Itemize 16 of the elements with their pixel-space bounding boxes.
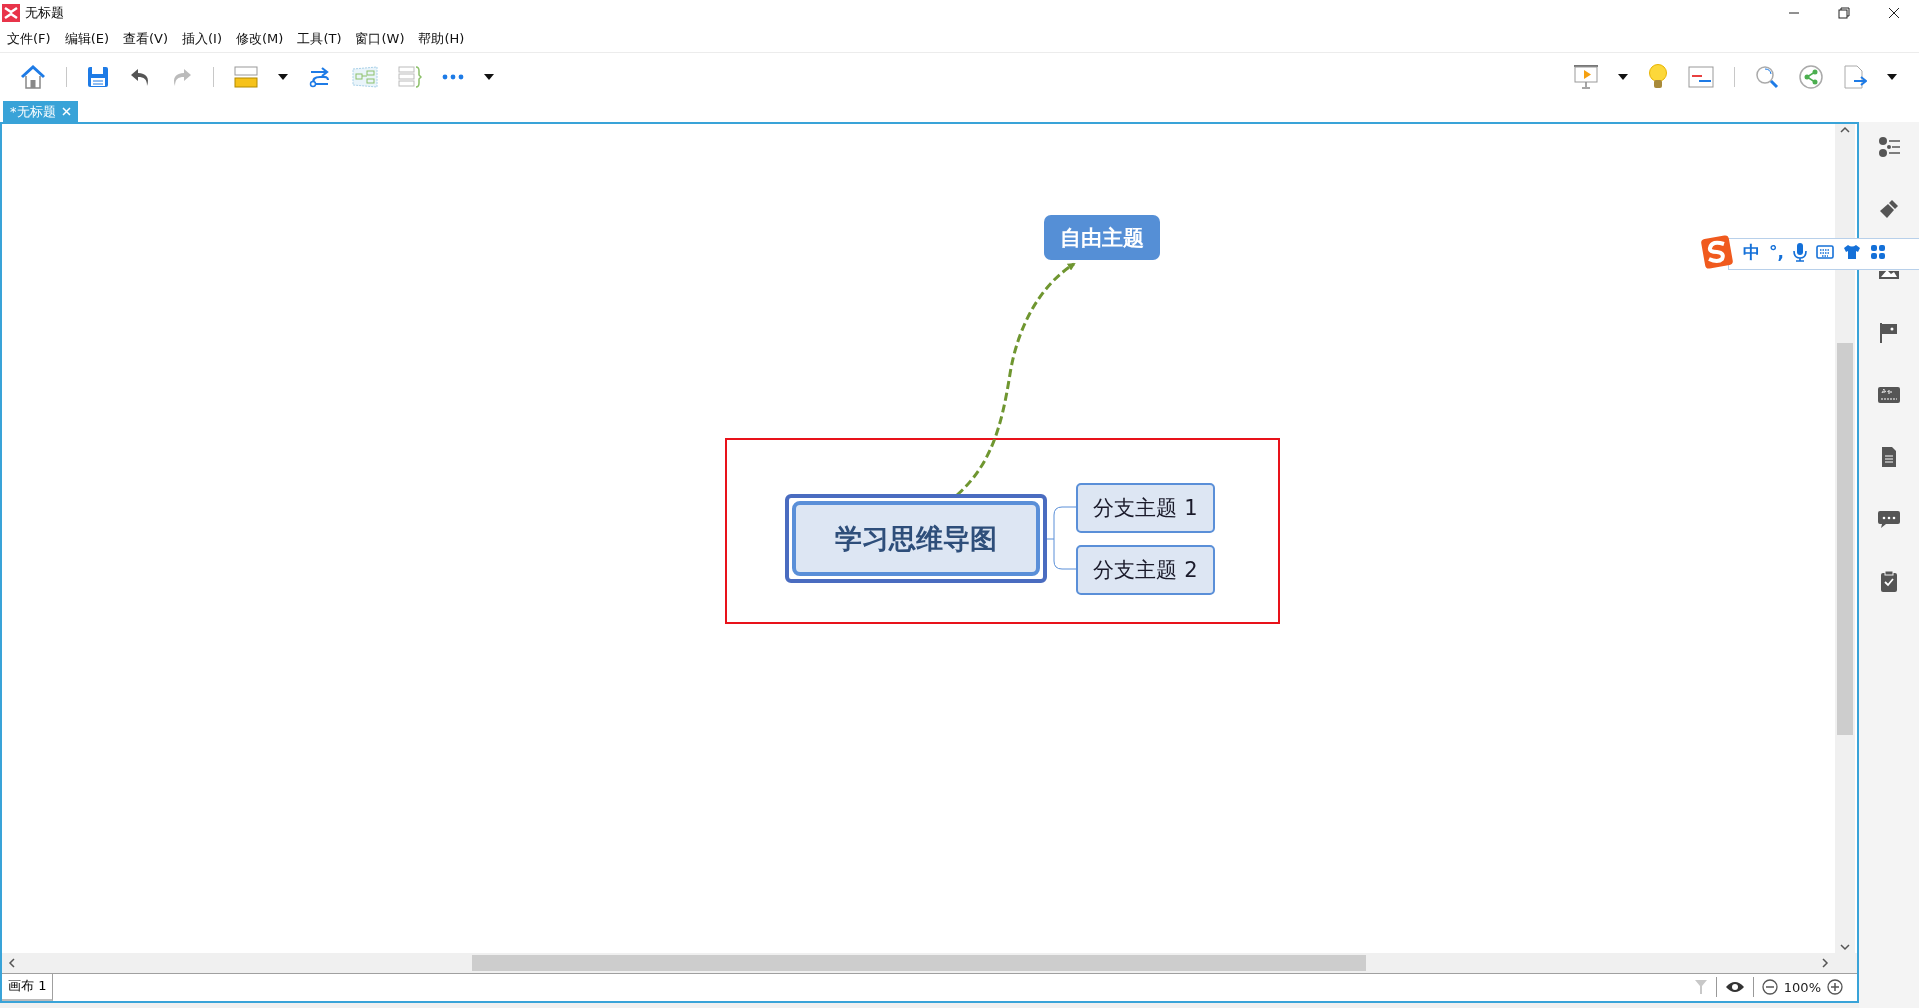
menu-item[interactable]: 插入(I) xyxy=(177,28,227,50)
zoom-level: 100% xyxy=(1783,979,1821,995)
central-topic-node[interactable]: 学习思维导图 xyxy=(785,494,1047,583)
window-title: 无标题 xyxy=(25,4,64,22)
menu-item[interactable]: 窗口(W) xyxy=(350,28,410,50)
menu-item[interactable]: 工具(T) xyxy=(292,28,347,50)
sheet-tab[interactable]: 画布 1 xyxy=(2,973,54,1001)
menu-item[interactable]: 查看(V) xyxy=(118,28,174,50)
punctuation-toggle[interactable]: °, xyxy=(1769,242,1784,262)
input-mode-toggle[interactable]: 中 xyxy=(1743,240,1760,264)
subtopic-node[interactable]: 分支主题 2 xyxy=(1076,545,1215,595)
menu-item[interactable]: 帮助(H) xyxy=(413,28,470,50)
menu-item[interactable]: 编辑(E) xyxy=(59,28,114,50)
menu-item[interactable]: 文件(F) xyxy=(2,28,56,50)
subtopic-node[interactable]: 分支主题 1 xyxy=(1076,483,1215,533)
menu-item[interactable]: 修改(M) xyxy=(231,28,289,50)
